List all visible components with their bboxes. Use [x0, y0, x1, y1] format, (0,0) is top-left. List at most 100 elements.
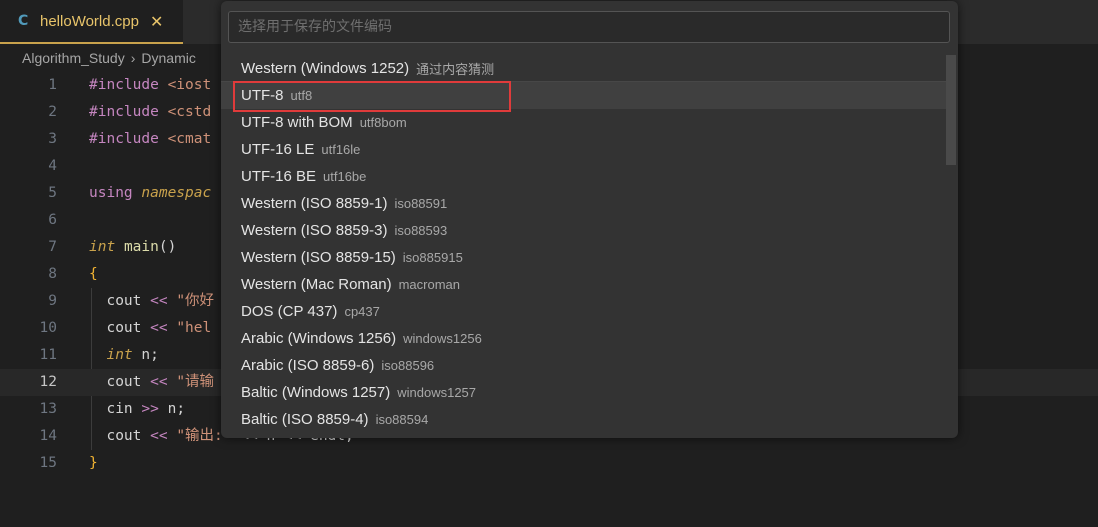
code-token: cout: [106, 320, 142, 336]
code-token: int: [89, 239, 116, 255]
encoding-label: UTF-8 with BOM: [241, 114, 353, 131]
line-number: 10: [39, 320, 57, 336]
encoding-quick-pick: Western (Windows 1252) 通过内容猜测 UTF-8 utf8…: [221, 1, 958, 438]
encoding-description: 通过内容猜测: [416, 61, 495, 77]
encoding-label: Baltic (Windows 1257): [241, 384, 391, 401]
code-token: {: [89, 266, 98, 282]
code-token: >>: [141, 401, 159, 417]
line-number: 11: [39, 347, 57, 363]
code-token: n;: [141, 347, 159, 363]
code-token: main: [123, 239, 159, 255]
encoding-description: utf8bom: [359, 115, 407, 130]
code-token: <<: [150, 428, 168, 444]
list-item[interactable]: Arabic (ISO 8859-6) iso88596: [221, 352, 946, 379]
code-token: <iost: [167, 77, 212, 93]
scrollbar-thumb[interactable]: [946, 55, 956, 165]
encoding-description: iso88594: [375, 412, 429, 427]
code-token: #include: [89, 131, 159, 147]
code-token: int: [106, 347, 133, 363]
code-token: n;: [167, 401, 186, 417]
encoding-description: windows1257: [397, 385, 477, 400]
list-item[interactable]: Western (ISO 8859-3) iso88593: [221, 217, 946, 244]
line-number: 13: [39, 401, 57, 417]
list-item[interactable]: Western (Mac Roman) macroman: [221, 271, 946, 298]
encoding-description: windows1256: [403, 331, 482, 346]
list-item[interactable]: UTF-16 LE utf16le: [221, 136, 946, 163]
tab-helloworld-cpp[interactable]: C helloWorld.cpp ✕: [0, 0, 183, 44]
list-item[interactable]: Baltic (ISO 8859-4) iso88594: [221, 406, 946, 433]
encoding-label: Arabic (Windows 1256): [241, 330, 397, 347]
line-number: 1: [48, 77, 57, 93]
code-token: cout: [106, 293, 142, 309]
list-item[interactable]: Western (ISO 8859-1) iso88591: [221, 190, 946, 217]
tab-label: helloWorld.cpp: [40, 12, 139, 30]
encoding-label: UTF-16 BE: [241, 168, 317, 185]
encoding-description: iso88591: [394, 196, 448, 211]
line-number: 3: [48, 131, 57, 147]
encoding-list: Western (Windows 1252) 通过内容猜测 UTF-8 utf8…: [221, 55, 946, 435]
encoding-label: Baltic (ISO 8859-4): [241, 411, 369, 428]
code-token: <<: [150, 374, 168, 390]
list-item[interactable]: UTF-16 BE utf16be: [221, 163, 946, 190]
chevron-right-icon: ›: [130, 50, 136, 66]
code-token: using: [89, 185, 133, 201]
code-token: cout: [106, 428, 142, 444]
encoding-description: iso885915: [402, 250, 463, 265]
line-number: 8: [48, 266, 57, 282]
line-number: 12: [39, 374, 57, 390]
list-item-focused[interactable]: UTF-8 utf8: [221, 82, 946, 109]
encoding-description: utf16be: [323, 169, 367, 184]
line-number: 5: [48, 185, 57, 201]
encoding-label: UTF-8: [241, 87, 284, 104]
encoding-label: UTF-16 LE: [241, 141, 315, 158]
code-token: "你好: [176, 293, 215, 309]
code-token: <cmat: [167, 131, 212, 147]
line-number: 9: [48, 293, 57, 309]
encoding-search-input[interactable]: [228, 11, 950, 43]
breadcrumb-item-subfolder[interactable]: Dynamic: [141, 50, 195, 66]
list-item[interactable]: Baltic (Windows 1257) windows1257: [221, 379, 946, 406]
line-number: 4: [48, 158, 57, 174]
line-number: 6: [48, 212, 57, 228]
encoding-label: Western (Mac Roman): [241, 276, 392, 293]
encoding-label: Western (ISO 8859-15): [241, 249, 396, 266]
line-number: 7: [48, 239, 57, 255]
code-token: #include: [89, 104, 159, 120]
cpp-file-icon: C: [18, 13, 29, 29]
code-token: "请输: [176, 374, 215, 390]
list-item[interactable]: Western (Windows 1252) 通过内容猜测: [221, 55, 946, 82]
list-item[interactable]: UTF-8 with BOM utf8bom: [221, 109, 946, 136]
close-icon[interactable]: ✕: [150, 12, 163, 31]
code-token: "hel: [176, 320, 212, 336]
code-token: cout: [106, 374, 142, 390]
code-token: #include: [89, 77, 159, 93]
encoding-label: Arabic (ISO 8859-6): [241, 357, 375, 374]
list-item[interactable]: Arabic (Windows 1256) windows1256: [221, 325, 946, 352]
code-token: namespac: [141, 185, 212, 201]
encoding-description: macroman: [398, 277, 461, 292]
line-number: 15: [39, 455, 57, 471]
encoding-label: Western (Windows 1252): [241, 59, 410, 77]
code-token: <<: [150, 293, 168, 309]
encoding-label: DOS (CP 437): [241, 303, 338, 320]
line-number: 2: [48, 104, 57, 120]
encoding-description: iso88593: [394, 223, 448, 238]
code-token: (): [158, 239, 177, 255]
encoding-description: utf16le: [321, 142, 361, 157]
list-item[interactable]: Western (ISO 8859-15) iso885915: [221, 244, 946, 271]
code-line: 15 }: [0, 450, 1098, 477]
encoding-label: Western (ISO 8859-3): [241, 222, 388, 239]
code-token: cin: [106, 401, 133, 417]
list-scrollbar[interactable]: [946, 55, 956, 435]
code-token: <<: [150, 320, 168, 336]
encoding-description: cp437: [344, 304, 380, 319]
encoding-description: utf8: [290, 88, 313, 103]
code-token: "输出:: [176, 428, 223, 444]
code-token: <cstd: [167, 104, 212, 120]
code-token: }: [89, 455, 98, 471]
list-item[interactable]: DOS (CP 437) cp437: [221, 298, 946, 325]
encoding-label: Western (ISO 8859-1): [241, 195, 388, 212]
line-number: 14: [39, 428, 57, 444]
breadcrumb-item-folder[interactable]: Algorithm_Study: [22, 50, 125, 66]
encoding-description: iso88596: [381, 358, 435, 373]
